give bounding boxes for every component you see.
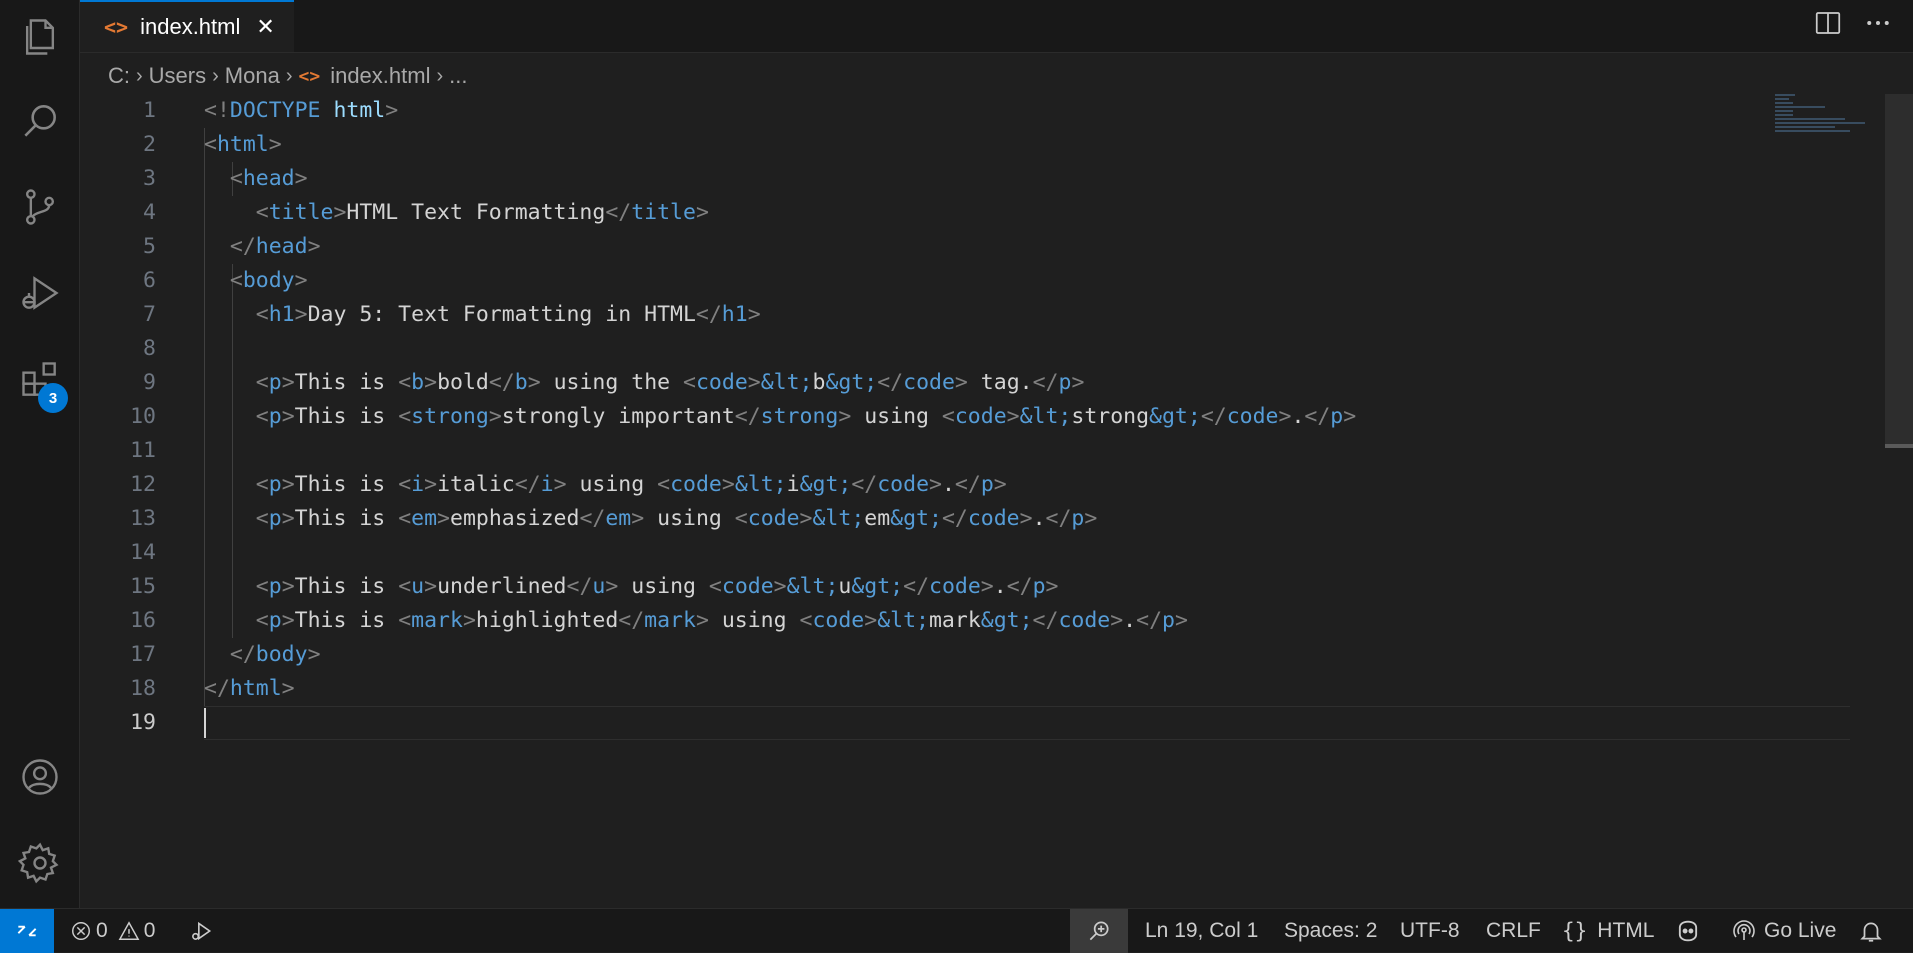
line-number: 12 — [130, 472, 156, 497]
line-number: 10 — [130, 404, 156, 429]
broadcast-icon — [1733, 920, 1755, 940]
line-number: 1 — [143, 98, 156, 123]
error-count: 0 — [96, 919, 108, 942]
code-line: 7 <h1>Day 5: Text Formatting in HTML</h1… — [80, 298, 1770, 332]
breadcrumb-file[interactable]: index.html — [330, 63, 430, 89]
tab-index-html[interactable]: <> index.html ✕ — [80, 0, 294, 52]
language-label: HTML — [1597, 919, 1655, 942]
tab-label: index.html — [140, 14, 241, 39]
activity-bar: 3 — [0, 0, 80, 908]
more-actions-icon[interactable] — [1863, 8, 1893, 38]
code-editor[interactable]: 1 <!DOCTYPE html> 2 <html> 3 <head> 4 <tit… — [80, 94, 1913, 908]
code-line: 5 </head> — [80, 230, 1770, 264]
line-number: 6 — [143, 268, 156, 293]
remote-indicator[interactable] — [0, 909, 54, 953]
search-icon[interactable] — [0, 86, 80, 156]
code-line: 4 <title>HTML Text Formatting</title> — [80, 196, 1770, 230]
indentation[interactable]: Spaces: 2 — [1284, 909, 1377, 953]
chevron-right-icon: › — [212, 64, 219, 87]
code-line-active: 19 — [80, 706, 1770, 740]
error-icon — [72, 922, 90, 940]
run-debug-icon[interactable] — [0, 258, 80, 328]
line-number: 5 — [143, 234, 156, 259]
zoom-icon — [1089, 921, 1109, 941]
zoom-button[interactable] — [1070, 909, 1128, 953]
minimap[interactable] — [1775, 94, 1885, 134]
text-cursor — [204, 708, 206, 738]
status-bar: 0 0 Ln 19, Col 1 Spaces: 2 UTF-8 CRLF {}… — [0, 908, 1913, 953]
warning-count: 0 — [143, 919, 156, 942]
problems-indicator[interactable]: 0 0 — [70, 909, 155, 953]
account-icon[interactable] — [0, 742, 80, 812]
source-control-icon[interactable] — [0, 172, 80, 242]
language-mode[interactable]: {} HTML — [1562, 909, 1654, 953]
chevron-right-icon: › — [436, 64, 444, 87]
debug-icon — [192, 921, 212, 941]
chevron-right-icon: › — [285, 64, 293, 87]
line-number: 14 — [130, 540, 156, 565]
line-number: 19 — [130, 710, 156, 735]
chevron-right-icon: › — [136, 64, 143, 87]
editor-actions — [1813, 8, 1893, 38]
line-number: 15 — [130, 574, 156, 599]
code-line: 13 <p>This is <em>emphasized</em> using … — [80, 502, 1770, 536]
breadcrumb-mona[interactable]: Mona — [225, 63, 280, 89]
code-line: 8 — [80, 332, 1770, 366]
line-number: 7 — [143, 302, 156, 327]
code-line: 10 <p>This is <strong>strongly important… — [80, 400, 1770, 434]
line-number: 2 — [143, 132, 156, 157]
breadcrumb-drive[interactable]: C: — [108, 63, 130, 89]
line-number: 11 — [130, 438, 156, 463]
code-line: 2 <html> — [80, 128, 1770, 162]
line-number: 9 — [143, 370, 156, 395]
breadcrumb: C: › Users › Mona › <> index.html › ... — [108, 60, 468, 92]
code-line: 3 <head> — [80, 162, 1770, 196]
code-line: 1 <!DOCTYPE html> — [80, 94, 1770, 128]
extensions-badge: 3 — [38, 383, 68, 413]
cursor-position[interactable]: Ln 19, Col 1 — [1145, 909, 1258, 953]
code-line: 16 <p>This is <mark>highlighted</mark> u… — [80, 604, 1770, 638]
scrollbar-cursor-marker — [1885, 444, 1913, 448]
encoding[interactable]: UTF-8 — [1400, 909, 1460, 953]
code-line: 14 — [80, 536, 1770, 570]
split-editor-icon[interactable] — [1813, 8, 1843, 38]
run-debug-status[interactable] — [188, 909, 214, 953]
go-live-label: Go Live — [1764, 919, 1837, 942]
breadcrumb-users[interactable]: Users — [149, 63, 206, 89]
explorer-icon[interactable] — [0, 2, 80, 72]
html-file-icon: <> — [298, 65, 321, 87]
line-number: 16 — [130, 608, 156, 633]
code-line: 6 <body> — [80, 264, 1770, 298]
notifications-icon[interactable] — [1858, 909, 1884, 953]
code-line: 12 <p>This is <i>italic</i> using <code>… — [80, 468, 1770, 502]
line-number: 4 — [143, 200, 156, 225]
close-icon[interactable]: ✕ — [256, 14, 274, 40]
code-line: 11 — [80, 434, 1770, 468]
code-line: 9 <p>This is <b>bold</b> using the <code… — [80, 366, 1770, 400]
go-live-button[interactable]: Go Live — [1732, 909, 1836, 953]
line-number: 13 — [130, 506, 156, 531]
line-number: 17 — [130, 642, 156, 667]
line-number: 8 — [143, 336, 156, 361]
breadcrumb-more[interactable]: ... — [449, 63, 467, 89]
line-number: 3 — [143, 166, 156, 191]
remote-icon — [17, 925, 37, 937]
settings-gear-icon[interactable] — [0, 828, 80, 898]
code-line: 15 <p>This is <u>underlined</u> using <c… — [80, 570, 1770, 604]
html-file-icon: <> — [104, 15, 129, 39]
line-ending[interactable]: CRLF — [1486, 909, 1541, 953]
braces-icon: {} — [1562, 919, 1588, 943]
line-number: 18 — [130, 676, 156, 701]
vertical-scrollbar[interactable] — [1885, 94, 1913, 908]
warning-icon — [118, 921, 140, 940]
tab-bar: <> index.html ✕ — [80, 0, 1913, 53]
copilot-icon[interactable] — [1674, 909, 1702, 953]
scrollbar-thumb[interactable] — [1885, 94, 1913, 444]
code-line: 18 </html> — [80, 672, 1770, 706]
code-line: 17 </body> — [80, 638, 1770, 672]
